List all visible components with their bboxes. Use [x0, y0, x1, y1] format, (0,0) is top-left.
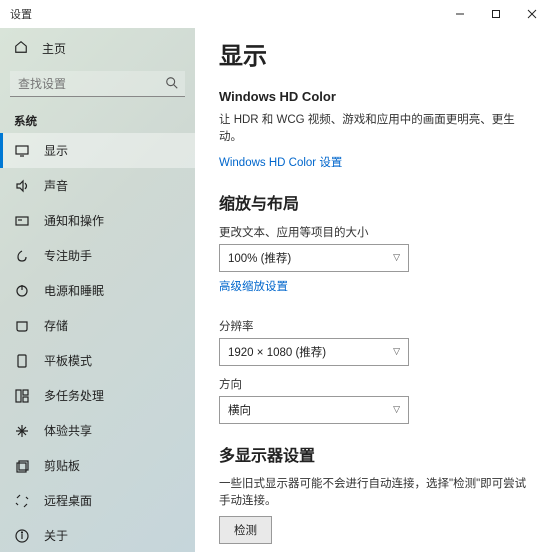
hd-color-desc: 让 HDR 和 WCG 视频、游戏和应用中的画面更明亮、更生动。: [219, 112, 530, 147]
sidebar-item-label: 显示: [44, 142, 68, 159]
orientation-select[interactable]: 横向 ▽: [219, 396, 409, 424]
home-icon: [14, 40, 28, 57]
share-icon: [14, 423, 30, 439]
focus-icon: [14, 248, 30, 264]
sidebar-item-label: 关于: [44, 527, 68, 544]
notifications-icon: [14, 213, 30, 229]
resolution-value: 1920 × 1080 (推荐): [228, 344, 326, 360]
hd-color-link[interactable]: Windows HD Color 设置: [219, 154, 342, 170]
orientation-label: 方向: [219, 376, 530, 392]
sidebar-item-label: 存储: [44, 317, 68, 334]
sidebar-item-label: 平板模式: [44, 352, 92, 369]
maximize-button[interactable]: [478, 0, 514, 28]
sidebar-item-11[interactable]: 关于: [0, 518, 195, 552]
chevron-down-icon: ▽: [393, 252, 400, 263]
sidebar-item-label: 通知和操作: [44, 212, 104, 229]
sidebar-item-6[interactable]: 平板模式: [0, 343, 195, 378]
resolution-label: 分辨率: [219, 318, 530, 334]
sidebar-item-label: 电源和睡眠: [44, 282, 104, 299]
category-label: 系统: [0, 107, 195, 133]
multi-desc: 一些旧式显示器可能不会进行自动连接，选择"检测"即可尝试手动连接。: [219, 476, 530, 511]
sidebar-item-4[interactable]: 电源和睡眠: [0, 273, 195, 308]
chevron-down-icon: ▽: [393, 404, 400, 415]
sidebar-item-8[interactable]: 体验共享: [0, 413, 195, 448]
orientation-value: 横向: [228, 402, 251, 418]
sidebar-item-10[interactable]: 远程桌面: [0, 483, 195, 518]
remote-icon: [14, 493, 30, 509]
search-input[interactable]: [10, 71, 185, 97]
resolution-select[interactable]: 1920 × 1080 (推荐) ▽: [219, 338, 409, 366]
window-title: 设置: [10, 6, 442, 22]
textsize-label: 更改文本、应用等项目的大小: [219, 224, 530, 240]
sidebar-item-1[interactable]: 声音: [0, 168, 195, 203]
close-button[interactable]: [514, 0, 550, 28]
storage-icon: [14, 318, 30, 334]
search-icon: [165, 76, 179, 95]
sidebar-item-label: 专注助手: [44, 247, 92, 264]
sidebar: 主页 系统 显示声音通知和操作专注助手电源和睡眠存储平板模式多任务处理体验共享剪…: [0, 28, 195, 552]
sidebar-item-7[interactable]: 多任务处理: [0, 378, 195, 413]
sound-icon: [14, 178, 30, 194]
sidebar-item-2[interactable]: 通知和操作: [0, 203, 195, 238]
sidebar-item-label: 多任务处理: [44, 387, 104, 404]
multi-section-title: 多显示器设置: [219, 442, 530, 466]
power-icon: [14, 283, 30, 299]
sidebar-item-5[interactable]: 存储: [0, 308, 195, 343]
chevron-down-icon: ▽: [393, 346, 400, 357]
detect-button[interactable]: 检测: [219, 516, 272, 544]
textsize-value: 100% (推荐): [228, 250, 291, 266]
sidebar-item-label: 剪贴板: [44, 457, 80, 474]
about-icon: [14, 528, 30, 544]
sidebar-item-0[interactable]: 显示: [0, 133, 195, 168]
hd-color-title: Windows HD Color: [219, 89, 530, 104]
page-title: 显示: [219, 36, 530, 71]
advanced-scale-link[interactable]: 高级缩放设置: [219, 278, 288, 294]
multitask-icon: [14, 388, 30, 404]
sidebar-item-label: 体验共享: [44, 422, 92, 439]
minimize-button[interactable]: [442, 0, 478, 28]
sidebar-item-3[interactable]: 专注助手: [0, 238, 195, 273]
home-label: 主页: [42, 40, 66, 57]
sidebar-item-label: 远程桌面: [44, 492, 92, 509]
tablet-icon: [14, 353, 30, 369]
textsize-select[interactable]: 100% (推荐) ▽: [219, 244, 409, 272]
display-icon: [14, 143, 30, 159]
sidebar-item-label: 声音: [44, 177, 68, 194]
clipboard-icon: [14, 458, 30, 474]
main-content: 显示 Windows HD Color 让 HDR 和 WCG 视频、游戏和应用…: [195, 28, 554, 552]
home-nav[interactable]: 主页: [0, 32, 195, 65]
scale-section-title: 缩放与布局: [219, 190, 530, 214]
sidebar-item-9[interactable]: 剪贴板: [0, 448, 195, 483]
